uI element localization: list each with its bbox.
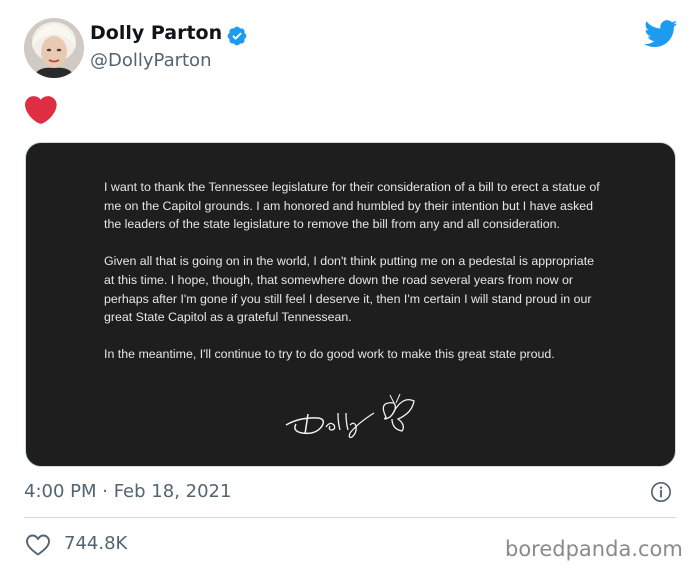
tweet-timestamp[interactable]: 4:00 PM · Feb 18, 2021	[24, 481, 231, 502]
twitter-bird-icon[interactable]	[644, 20, 678, 48]
like-count[interactable]: 744.8K	[64, 533, 127, 554]
boredpanda-watermark: boredpanda.com	[505, 537, 683, 561]
dolly-signature	[285, 393, 415, 439]
letter-paragraph: I want to thank the Tennessee legislatur…	[104, 180, 600, 232]
letter-paragraph: In the meantime, I'll continue to try to…	[104, 347, 555, 362]
tweet-image[interactable]: I want to thank the Tennessee legislatur…	[25, 142, 676, 467]
author-handle[interactable]: @DollyParton	[90, 50, 211, 71]
tweet-card: Dolly Parton @DollyParton I want to than…	[0, 0, 700, 571]
info-icon[interactable]	[650, 481, 672, 503]
verified-badge-icon	[227, 26, 247, 46]
like-heart-icon[interactable]	[25, 533, 51, 557]
letter-paragraph: Given all that is going on in the world,…	[104, 254, 595, 325]
letter-text: I want to thank the Tennessee legislatur…	[104, 178, 604, 364]
divider	[24, 517, 676, 518]
avatar[interactable]	[24, 18, 84, 78]
heart-emoji	[25, 96, 57, 124]
author-name[interactable]: Dolly Parton	[90, 22, 222, 44]
